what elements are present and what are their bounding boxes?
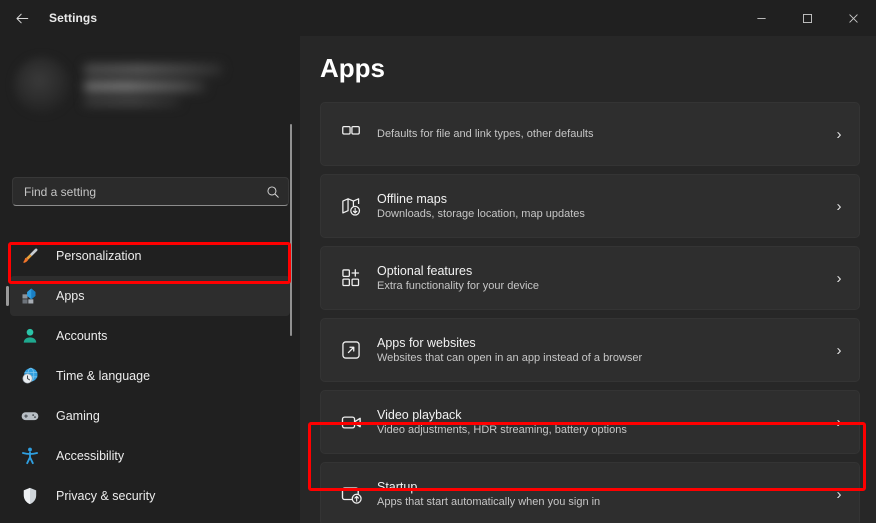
sidebar-item-accounts[interactable]: Accounts <box>10 316 290 356</box>
card-title: Startup <box>377 480 418 494</box>
maximize-icon <box>802 13 812 23</box>
header-scrim <box>300 36 876 96</box>
offline-maps-icon <box>325 195 377 218</box>
sidebar-item-label: Privacy & security <box>56 489 156 503</box>
avatar <box>14 57 70 113</box>
content-pane: Defaults for file and link types, other … <box>300 36 876 523</box>
sidebar-item-gaming[interactable]: Gaming <box>10 396 290 436</box>
card-subtitle: Downloads, storage location, map updates <box>377 208 585 220</box>
sidebar-item-label: Gaming <box>56 409 100 423</box>
shield-icon <box>12 486 48 506</box>
card-text: Startup Apps that start automatically wh… <box>377 480 819 508</box>
card-text: Optional features Extra functionality fo… <box>377 264 819 292</box>
sidebar-item-label: Time & language <box>56 369 151 383</box>
card-text: Offline maps Downloads, storage location… <box>377 192 819 220</box>
sidebar-item-label: Accounts <box>56 329 108 343</box>
gamepad-icon <box>12 406 48 426</box>
chevron-right-icon: › <box>836 125 842 143</box>
profile-email-redacted <box>84 81 206 92</box>
card-title: Apps for websites <box>377 336 476 350</box>
card-optional-features[interactable]: Optional features Extra functionality fo… <box>320 246 860 310</box>
search-box[interactable] <box>12 177 289 206</box>
profile-name-redacted <box>84 64 222 75</box>
back-button[interactable] <box>5 3 39 33</box>
globe-clock-icon <box>12 366 48 386</box>
sidebar-item-windows-update[interactable]: Windows Update <box>10 516 290 523</box>
card-title: Optional features <box>377 264 473 278</box>
apps-blocks-icon <box>12 286 48 306</box>
card-offline-maps[interactable]: Offline maps Downloads, storage location… <box>320 174 860 238</box>
profile-extra-redacted <box>84 98 180 106</box>
card-subtitle: Video adjustments, HDR streaming, batter… <box>377 424 627 436</box>
card-text: Video playback Video adjustments, HDR st… <box>377 408 819 436</box>
sidebar-item-privacy-security[interactable]: Privacy & security <box>10 476 290 516</box>
back-arrow-icon <box>16 13 28 23</box>
sidebar-item-label: Apps <box>56 289 85 303</box>
startup-icon <box>325 483 377 506</box>
default-apps-icon <box>325 123 377 145</box>
card-text: Defaults for file and link types, other … <box>377 128 819 140</box>
card-subtitle: Defaults for file and link types, other … <box>377 128 594 140</box>
card-subtitle: Extra functionality for your device <box>377 280 540 292</box>
sidebar-item-personalization[interactable]: Personalization <box>10 236 290 276</box>
maximize-button[interactable] <box>784 0 830 36</box>
sidebar-item-accessibility[interactable]: Accessibility <box>10 436 290 476</box>
card-title: Offline maps <box>377 192 447 206</box>
user-profile[interactable] <box>14 52 276 118</box>
minimize-icon <box>756 17 766 19</box>
close-button[interactable] <box>830 0 876 36</box>
settings-window: Settings Find a setting Personalization … <box>0 0 876 523</box>
card-title: Video playback <box>377 408 462 422</box>
minimize-button[interactable] <box>738 0 784 36</box>
apps-for-websites-icon <box>325 339 377 361</box>
sidebar: Personalization Apps <box>0 36 300 523</box>
card-apps-for-websites[interactable]: Apps for websites Websites that can open… <box>320 318 860 382</box>
card-video-playback[interactable]: Video playback Video adjustments, HDR st… <box>320 390 860 454</box>
search-icon <box>258 185 288 199</box>
card-subtitle: Websites that can open in an app instead… <box>377 352 643 364</box>
optional-features-icon <box>325 267 377 289</box>
card-startup[interactable]: Startup Apps that start automatically wh… <box>320 462 860 523</box>
search-input[interactable] <box>13 178 258 205</box>
chevron-right-icon: › <box>836 197 842 215</box>
profile-text-redacted <box>84 64 222 106</box>
sidebar-nav: Personalization Apps Accounts Time & lan… <box>0 236 300 523</box>
chevron-right-icon: › <box>836 269 842 287</box>
video-playback-icon <box>325 411 377 434</box>
sidebar-item-label: Accessibility <box>56 449 125 463</box>
close-icon <box>848 13 858 23</box>
chevron-right-icon: › <box>836 485 842 503</box>
window-title: Settings <box>49 11 98 25</box>
page-title: Apps <box>320 53 385 83</box>
chevron-right-icon: › <box>836 413 842 431</box>
person-icon <box>12 326 48 346</box>
card-text: Apps for websites Websites that can open… <box>377 336 819 364</box>
sidebar-item-apps[interactable]: Apps <box>6 276 290 316</box>
sidebar-item-label: Personalization <box>56 249 142 263</box>
window-controls <box>738 0 876 36</box>
card-subtitle: Apps that start automatically when you s… <box>377 496 601 508</box>
title-bar: Settings <box>0 0 876 36</box>
sidebar-item-time-language[interactable]: Time & language <box>10 356 290 396</box>
accessibility-icon <box>12 446 48 466</box>
chevron-right-icon: › <box>836 341 842 359</box>
card-default-apps[interactable]: Defaults for file and link types, other … <box>320 102 860 166</box>
paintbrush-icon <box>12 246 48 266</box>
